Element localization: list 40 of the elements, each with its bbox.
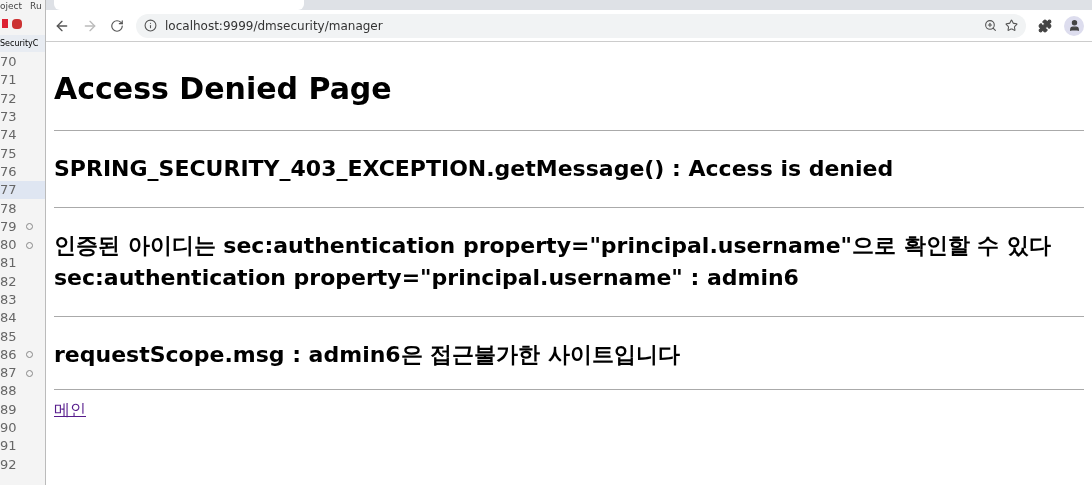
line-number: 74	[0, 126, 18, 145]
line-number: 91	[0, 437, 18, 456]
line-number: 86	[0, 345, 18, 364]
message-heading: 인증된 아이디는 sec:authentication property="principal.username"으로 확인할 수 있다	[54, 232, 1053, 260]
line-number: 81	[0, 254, 18, 273]
zoom-icon[interactable]	[984, 19, 997, 32]
line-number: 84	[0, 309, 18, 328]
line-number: 92	[0, 455, 18, 474]
line-number: 79	[0, 217, 18, 236]
page-title: Access Denied Page	[54, 70, 393, 108]
message-heading: SPRING_SECURITY_403_EXCEPTION.getMessage() : Access is denied	[54, 155, 895, 183]
line-number: 73	[0, 108, 18, 127]
main-link[interactable]: 메인	[54, 400, 86, 419]
message-heading: requestScope.msg : admin6은 접근불가한 사이트입니다	[54, 341, 681, 369]
line-number: 77	[0, 181, 18, 200]
line-number: 76	[0, 162, 18, 181]
line-number: 80	[0, 236, 18, 255]
line-number: 82	[0, 272, 18, 291]
line-number: 89	[0, 400, 18, 419]
line-number: 85	[0, 327, 18, 346]
line-number: 90	[0, 419, 18, 438]
url-text: localhost:9999/dmsecurity/manager	[165, 17, 384, 35]
editor-tab[interactable]: SecurityC	[0, 35, 45, 52]
line-number: 72	[0, 89, 18, 108]
extensions-icon[interactable]	[1038, 18, 1052, 33]
address-bar[interactable]: localhost:9999/dmsecurity/manager	[136, 13, 1026, 38]
line-number: 71	[0, 71, 18, 90]
message-heading: sec:authentication property="principal.username" : admin6	[54, 264, 800, 292]
line-number: 70	[0, 53, 18, 72]
profile-icon[interactable]	[1064, 15, 1084, 36]
menu-item[interactable]: Ru	[30, 0, 42, 12]
line-number: 75	[0, 144, 18, 163]
reload-icon[interactable]	[110, 18, 124, 33]
info-icon[interactable]	[144, 19, 157, 32]
line-number: 83	[0, 291, 18, 309]
line-number: 87	[0, 364, 18, 383]
line-number: 78	[0, 199, 18, 218]
menu-item[interactable]: oject	[0, 0, 23, 12]
star-icon[interactable]	[1005, 19, 1018, 32]
line-number: 88	[0, 382, 18, 401]
